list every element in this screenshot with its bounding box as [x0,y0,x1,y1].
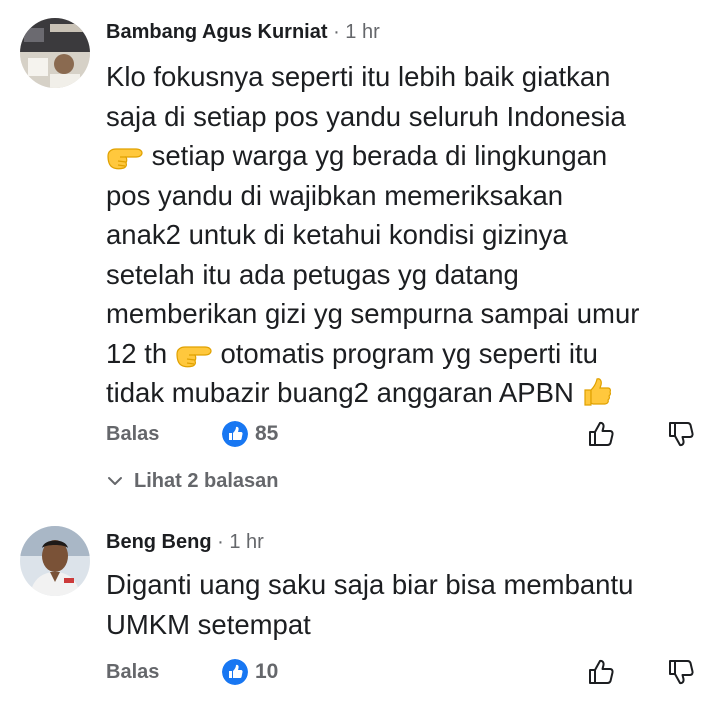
like-count: 10 [255,660,279,683]
like-icon [222,659,248,685]
avatar[interactable] [20,18,90,88]
avatar[interactable] [20,526,90,596]
comment: Beng Beng · 1 hr Diganti uang saku saja … [0,510,720,702]
pointing-right-icon [176,345,212,367]
comment: Bambang Agus Kurniat · 1 hr Klo fokusnya… [0,0,720,500]
comment-actions: Balas 85 [106,419,696,449]
reaction-summary[interactable]: 10 [222,657,278,687]
timestamp[interactable]: · 1 hr [217,531,264,553]
thumbs-up-icon [584,378,612,406]
view-replies-label: Lihat 2 balasan [134,470,279,492]
user-avatar-icon [20,526,90,596]
comment-header: Bambang Agus Kurniat · 1 hr [106,19,380,45]
like-icon [222,421,248,447]
reply-button[interactable]: Balas [106,657,159,687]
pointing-right-icon [107,148,143,170]
view-replies-link[interactable]: Lihat 2 balasan [106,467,279,495]
author-name[interactable]: Beng Beng [106,531,212,553]
reaction-summary[interactable]: 85 [222,419,278,449]
comment-text-part: Diganti uang saku saja biar bisa membant… [106,569,634,640]
comment-text: Klo fokusnya seperti itu lebih baik giat… [106,57,706,413]
downvote-icon[interactable] [666,657,696,687]
comment-actions: Balas 10 [106,657,696,687]
author-name[interactable]: Bambang Agus Kurniat [106,21,328,43]
comment-header: Beng Beng · 1 hr [106,529,264,555]
like-count: 85 [255,422,279,445]
comment-text-part: setiap warga yg berada di lingkungan pos… [106,140,640,369]
downvote-icon[interactable] [666,419,696,449]
reply-button[interactable]: Balas [106,419,159,449]
upvote-icon[interactable] [586,419,616,449]
user-avatar-icon [20,18,90,88]
comment-text-part: Klo fokusnya seperti itu lebih baik giat… [106,61,626,132]
upvote-icon[interactable] [586,657,616,687]
chevron-down-icon [108,477,122,485]
comment-text: Diganti uang saku saja biar bisa membant… [106,565,706,644]
timestamp[interactable]: · 1 hr [333,21,380,43]
